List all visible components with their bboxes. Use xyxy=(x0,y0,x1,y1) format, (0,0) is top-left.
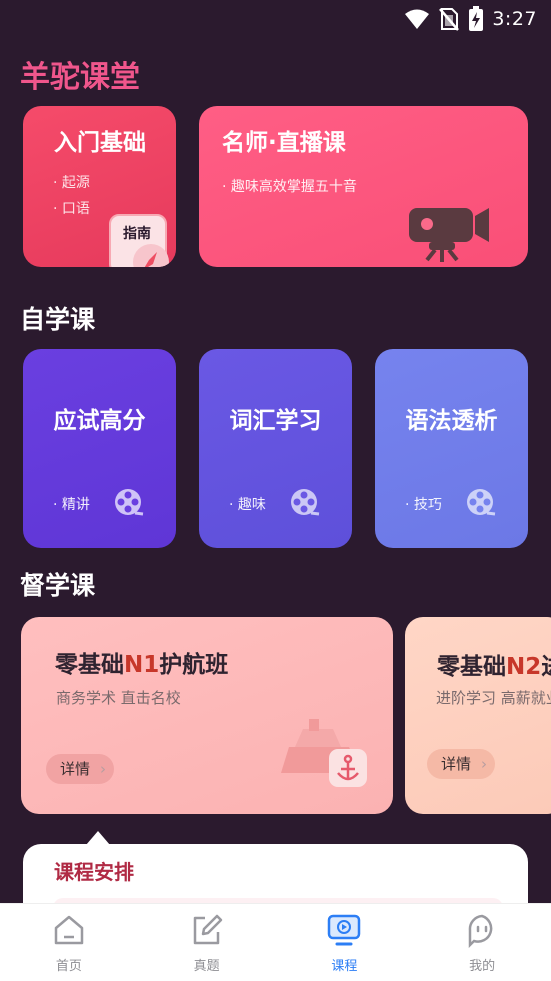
guide-tag: 指南 xyxy=(109,214,169,267)
nav-profile-label: 我的 xyxy=(469,959,496,974)
nav-profile[interactable]: 我的 xyxy=(413,904,551,981)
self-study-section-title: 自学课 xyxy=(20,305,96,334)
n2-program-subtitle: 进阶学习 高薪就业 xyxy=(436,689,551,707)
vocabulary-course-card[interactable]: 词汇学习 · 趣味 xyxy=(199,349,352,548)
app-screen: 3:27 羊驼课堂 入门基础 · 起源 · 口语 指南 名师·直播课 · 趣味高… xyxy=(0,0,551,981)
n1-program-card[interactable]: 零基础N1护航班 商务学术 直击名校 详情 › xyxy=(21,617,393,814)
intro-card-title: 入门基础 xyxy=(54,130,146,156)
film-reel-icon xyxy=(467,489,496,516)
live-class-card[interactable]: 名师·直播课 · 趣味高效掌握五十音 xyxy=(199,106,528,267)
status-time: 3:27 xyxy=(492,8,537,30)
film-reel-icon xyxy=(291,489,320,516)
nav-home[interactable]: 首页 xyxy=(0,904,138,981)
exam-course-title: 应试高分 xyxy=(53,408,146,434)
nav-exams-label: 真题 xyxy=(193,959,220,974)
n1-details-button[interactable]: 详情 › xyxy=(46,754,115,784)
nav-home-label: 首页 xyxy=(55,959,82,974)
n2-program-card[interactable]: 零基础N2进 进阶学习 高薪就业 详情 › xyxy=(405,617,551,814)
home-icon xyxy=(54,915,84,945)
battery-charging-icon xyxy=(469,6,484,31)
live-card-title: 名师·直播课 xyxy=(222,130,346,156)
live-card-subtitle: · 趣味高效掌握五十音 xyxy=(222,179,357,195)
anchor-icon xyxy=(329,749,367,787)
grammar-course-card[interactable]: 语法透析 · 技巧 xyxy=(375,349,528,548)
profile-face-icon xyxy=(468,914,493,948)
nav-courses-label: 课程 xyxy=(331,959,358,974)
n2-program-title: 零基础N2进 xyxy=(437,654,551,680)
grammar-course-title: 语法透析 xyxy=(405,408,498,434)
nav-courses[interactable]: 课程 xyxy=(276,904,414,981)
schedule-title: 课程安排 xyxy=(54,860,134,884)
nav-exams[interactable]: 真题 xyxy=(138,904,276,981)
exam-course-card[interactable]: 应试高分 · 精讲 xyxy=(23,349,176,548)
n1-program-title: 零基础N1护航班 xyxy=(55,652,229,678)
supervised-section-title: 督学课 xyxy=(20,571,96,600)
compass-icon xyxy=(133,244,169,267)
wifi-icon xyxy=(405,9,430,29)
edit-note-icon xyxy=(193,914,222,945)
guide-tag-label: 指南 xyxy=(123,226,151,242)
n2-details-button[interactable]: 详情 › xyxy=(427,749,496,779)
video-camera-icon xyxy=(409,208,489,262)
intro-basics-card[interactable]: 入门基础 · 起源 · 口语 指南 xyxy=(23,106,176,267)
chevron-right-icon: › xyxy=(481,755,488,773)
status-icons: 3:27 xyxy=(404,6,537,32)
n1-program-subtitle: 商务学术 直击名校 xyxy=(56,689,181,707)
status-bar: 3:27 xyxy=(0,0,551,40)
no-sim-icon xyxy=(439,8,460,31)
vocabulary-course-tag: · 趣味 xyxy=(229,497,266,513)
play-video-icon xyxy=(328,914,361,946)
film-reel-icon xyxy=(115,489,144,516)
bottom-navigation: 首页 真题 课程 我的 xyxy=(0,903,551,981)
app-title: 羊驼课堂 xyxy=(20,60,140,95)
intro-point-origin: · 起源 xyxy=(53,175,90,191)
exam-course-tag: · 精讲 xyxy=(53,497,90,513)
vocabulary-course-title: 词汇学习 xyxy=(229,408,322,434)
intro-point-speaking: · 口语 xyxy=(53,201,90,217)
grammar-course-tag: · 技巧 xyxy=(405,497,442,513)
chevron-right-icon: › xyxy=(100,760,107,778)
schedule-pointer xyxy=(86,831,110,845)
